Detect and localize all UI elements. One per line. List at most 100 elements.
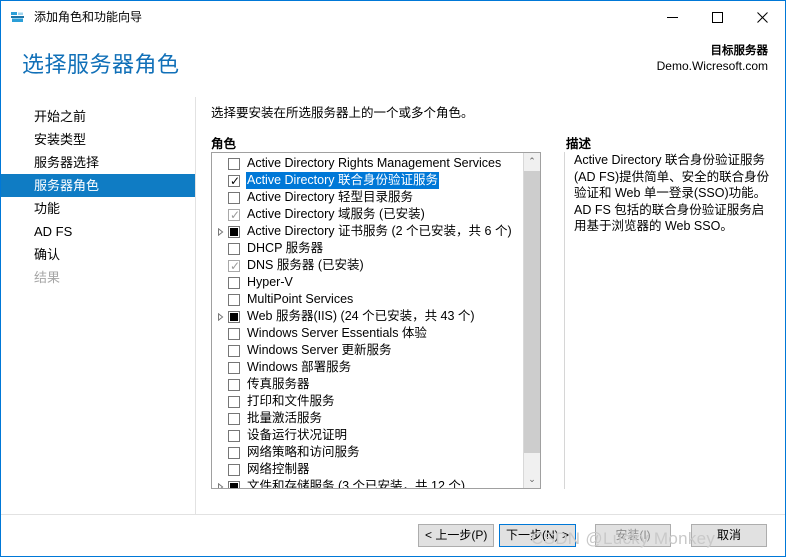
target-server-name: Demo.Wicresoft.com (656, 59, 768, 73)
role-label: 传真服务器 (247, 377, 310, 391)
maximize-icon (712, 11, 723, 23)
wizard-footer: < 上一步(P) 下一步(N) > 安装(I) 取消 (1, 514, 785, 556)
checkmark-icon: ✓ (230, 258, 241, 273)
partial-check-icon (230, 482, 238, 488)
role-row[interactable]: Hyper-V (212, 274, 523, 291)
instruction-text: 选择要安装在所选服务器上的一个或多个角色。 (211, 106, 474, 120)
wizard-body: 开始之前 安装类型 服务器选择 服务器角色 功能 AD FS 确认 结果 选择要安装在所选服务… (1, 97, 785, 517)
role-label: Windows Server 更新服务 (247, 343, 392, 357)
expand-chevron-icon[interactable] (212, 223, 228, 240)
role-row[interactable]: 文件和存储服务 (3 个已安装，共 12 个) (212, 478, 523, 488)
role-row[interactable]: 网络控制器 (212, 461, 523, 478)
sidebar-item-5[interactable]: AD FS (1, 220, 196, 243)
target-server-label: 目标服务器 (710, 45, 769, 57)
role-label: Windows Server Essentials 体验 (247, 326, 427, 340)
role-row[interactable]: ✓ Active Directory 域服务 (已安装) (212, 206, 523, 223)
role-row[interactable]: ✓ DNS 服务器 (已安装) (212, 257, 523, 274)
role-checkbox[interactable] (228, 242, 240, 255)
role-row[interactable]: Windows 部署服务 (212, 359, 523, 376)
sidebar-item-1[interactable]: 安装类型 (1, 128, 196, 151)
role-row[interactable]: MultiPoint Services (212, 291, 523, 308)
page-title: 选择服务器角色 (22, 52, 180, 77)
role-row[interactable]: DHCP 服务器 (212, 240, 523, 257)
sidebar-item-2[interactable]: 服务器选择 (1, 151, 196, 174)
role-checkbox[interactable] (228, 446, 240, 459)
sidebar-item-3[interactable]: 服务器角色 (1, 174, 196, 197)
close-button[interactable] (740, 1, 785, 33)
role-checkbox[interactable]: ✓ (228, 173, 241, 188)
sidebar-item-6[interactable]: 确认 (1, 243, 196, 266)
role-row[interactable]: Active Directory 轻型目录服务 (212, 189, 523, 206)
window-controls (650, 1, 785, 33)
minimize-icon (667, 16, 678, 18)
roles-list-scrollbar[interactable]: ⌃ ⌄ (523, 153, 540, 488)
minimize-button[interactable] (650, 1, 695, 33)
role-row[interactable]: 打印和文件服务 (212, 393, 523, 410)
role-label: DHCP 服务器 (247, 241, 324, 255)
role-checkbox[interactable] (228, 480, 240, 488)
role-checkbox[interactable] (228, 276, 240, 289)
role-checkbox[interactable] (228, 378, 240, 391)
roles-section-label: 角色 (211, 137, 237, 151)
role-checkbox[interactable] (228, 310, 240, 323)
role-row[interactable]: Windows Server Essentials 体验 (212, 325, 523, 342)
role-checkbox[interactable] (228, 463, 240, 476)
checkmark-icon: ✓ (230, 173, 241, 188)
role-row[interactable]: Web 服务器(IIS) (24 个已安装，共 43 个) (212, 308, 523, 325)
role-label: 网络控制器 (247, 462, 310, 476)
role-row[interactable]: ✓ Active Directory 联合身份验证服务 (212, 172, 523, 189)
role-checkbox[interactable]: ✓ (228, 207, 241, 222)
role-checkbox[interactable] (228, 412, 240, 425)
role-label: Active Directory 域服务 (已安装) (247, 207, 425, 221)
role-label: 设备运行状况证明 (247, 428, 348, 442)
next-button[interactable]: 下一步(N) > (499, 524, 577, 547)
role-label: Active Directory 轻型目录服务 (247, 190, 413, 204)
checkmark-icon: ✓ (230, 207, 241, 222)
expand-chevron-icon[interactable] (212, 478, 228, 488)
scrollbar-thumb[interactable] (524, 171, 540, 453)
scroll-up-button[interactable]: ⌃ (524, 153, 540, 170)
expand-chevron-icon[interactable] (212, 308, 228, 325)
role-label: MultiPoint Services (247, 292, 354, 306)
add-roles-and-features-wizard-window: 添加角色和功能向导 选择服务器角色 目标服务器 Demo.Wicresoft.c… (0, 0, 786, 557)
role-checkbox[interactable] (228, 191, 240, 204)
partial-check-icon (230, 227, 238, 236)
close-icon (757, 11, 768, 23)
target-server-info: 目标服务器 Demo.Wicresoft.com (657, 44, 768, 74)
sidebar-item-4[interactable]: 功能 (1, 197, 196, 220)
sidebar-divider (195, 97, 196, 517)
role-checkbox[interactable] (228, 429, 240, 442)
maximize-button[interactable] (695, 1, 740, 33)
description-text: Active Directory 联合身份验证服务(AD FS)提供简单、安全的… (574, 153, 770, 233)
role-checkbox[interactable] (228, 293, 240, 306)
role-checkbox[interactable] (228, 361, 240, 374)
sidebar-item-0[interactable]: 开始之前 (1, 105, 196, 128)
description-section-label: 描述 (566, 137, 592, 151)
previous-button[interactable]: < 上一步(P) (418, 524, 495, 547)
role-row[interactable]: Windows Server 更新服务 (212, 342, 523, 359)
role-checkbox[interactable] (228, 327, 240, 340)
cancel-button[interactable]: 取消 (691, 524, 767, 547)
role-checkbox[interactable]: ✓ (228, 258, 241, 273)
role-row[interactable]: Active Directory 证书服务 (2 个已安装，共 6 个) (212, 223, 523, 240)
role-row[interactable]: 网络策略和访问服务 (212, 444, 523, 461)
role-row[interactable]: 设备运行状况证明 (212, 427, 523, 444)
role-row[interactable]: 传真服务器 (212, 376, 523, 393)
wizard-steps-sidebar: 开始之前 安装类型 服务器选择 服务器角色 功能 AD FS 确认 结果 (1, 97, 196, 517)
role-row[interactable]: Active Directory Rights Management Servi… (212, 155, 523, 172)
role-checkbox[interactable] (228, 157, 240, 170)
role-checkbox[interactable] (228, 395, 240, 408)
partial-check-icon (230, 312, 238, 321)
role-checkbox[interactable] (228, 344, 240, 357)
description-divider (564, 152, 565, 489)
roles-list-box[interactable]: Active Directory Rights Management Servi… (211, 152, 541, 489)
role-label: DNS 服务器 (已安装) (247, 258, 364, 272)
wizard-header: 选择服务器角色 目标服务器 Demo.Wicresoft.com (1, 33, 785, 97)
role-checkbox[interactable] (228, 225, 240, 238)
roles-list[interactable]: Active Directory Rights Management Servi… (212, 155, 523, 488)
role-label: Hyper-V (247, 275, 293, 289)
scroll-down-button[interactable]: ⌄ (524, 471, 540, 488)
role-row[interactable]: 批量激活服务 (212, 410, 523, 427)
role-label: Windows 部署服务 (247, 360, 352, 374)
install-button[interactable]: 安装(I) (595, 524, 671, 547)
